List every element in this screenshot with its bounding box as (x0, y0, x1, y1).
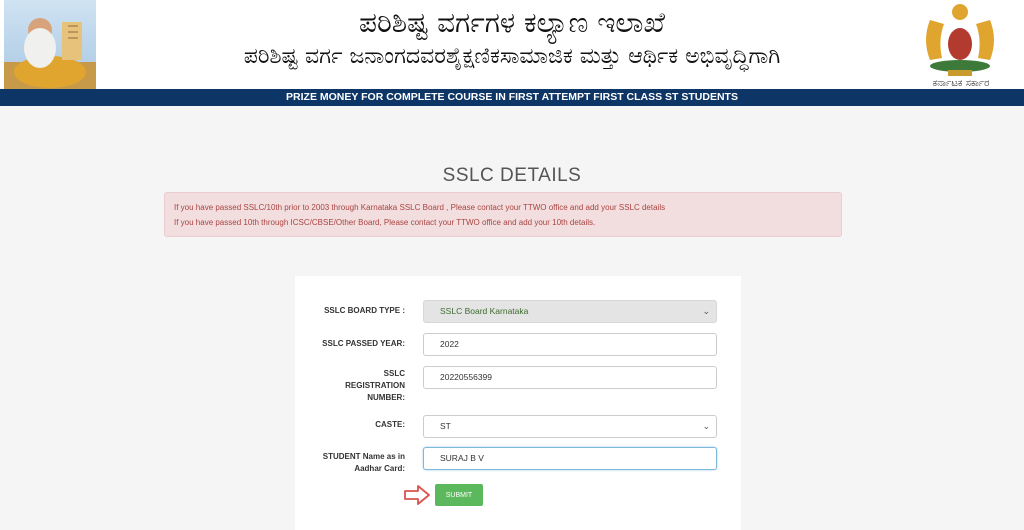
caste-value: ST (440, 421, 451, 431)
alert-line-2: If you have passed 10th through ICSC/CBS… (174, 218, 596, 227)
alert-line-1: If you have passed SSLC/10th prior to 20… (174, 203, 666, 212)
board-type-value: SSLC Board Karnataka (440, 306, 529, 316)
chevron-down-icon: ⌄ (702, 421, 710, 431)
board-type-select[interactable]: SSLC Board Karnataka ⌄ (423, 300, 717, 323)
chevron-down-icon: ⌄ (702, 306, 710, 316)
info-alert: If you have passed SSLC/10th prior to 20… (164, 192, 842, 237)
caste-select[interactable]: ST ⌄ (423, 415, 717, 438)
department-title: ಪರಿಶಿಷ್ಟ ವರ್ಗಗಳ ಕಲ್ಯಾಣ ಇಲಾಖೆ (359, 6, 665, 39)
student-name-label-line-2: Aadhar Card: (354, 464, 405, 473)
page-title: SSLC DETAILS (442, 165, 582, 186)
board-type-label: SSLC BOARD TYPE : (324, 306, 405, 315)
passed-year-value: 2022 (440, 339, 459, 349)
student-name-input[interactable]: SURAJ B V (423, 447, 717, 470)
emblem-caption: ಕರ್ನಾಟಕ ಸರ್ಕಾರ (932, 78, 990, 89)
registration-number-label: SSLC REGISTRATION NUMBER: (345, 368, 405, 404)
registration-number-value: 20220556399 (440, 372, 493, 382)
caste-label: CASTE: (375, 420, 405, 429)
sslc-form-panel: SSLC BOARD TYPE : SSLC Board Karnataka ⌄… (295, 276, 741, 530)
passed-year-input[interactable]: 2022 (423, 333, 717, 356)
karnataka-emblem-icon (908, 0, 1012, 86)
registration-label-line-2: REGISTRATION (345, 381, 405, 390)
registration-label-line-1: SSLC (383, 369, 405, 378)
student-name-label-line-1: STUDENT Name as in (322, 452, 405, 461)
arrow-right-icon (404, 485, 430, 505)
student-name-label: STUDENT Name as in Aadhar Card: (323, 451, 405, 475)
passed-year-label: SSLC PASSED YEAR: (322, 339, 405, 348)
student-name-value: SURAJ B V (440, 453, 484, 463)
registration-label-line-3: NUMBER: (367, 393, 405, 402)
site-header: ಪರಿಶಿಷ್ಟ ವರ್ಗಗಳ ಕಲ್ಯಾಣ ಇಲಾಖೆ ಪರಿಶಿಷ್ಟ ವರ… (0, 0, 1024, 89)
submit-button[interactable]: SUBMIT (435, 484, 483, 506)
registration-number-input[interactable]: 20220556399 (423, 366, 717, 389)
scheme-title-band: PRIZE MONEY FOR COMPLETE COURSE IN FIRST… (0, 89, 1024, 106)
department-subtitle: ಪರಿಶಿಷ್ಟ ವರ್ಗ ಜನಾಂಗದವರಶೈಕ್ಷಣಿಕಸಾಮಾಜಿಕ ಮತ… (243, 44, 781, 69)
